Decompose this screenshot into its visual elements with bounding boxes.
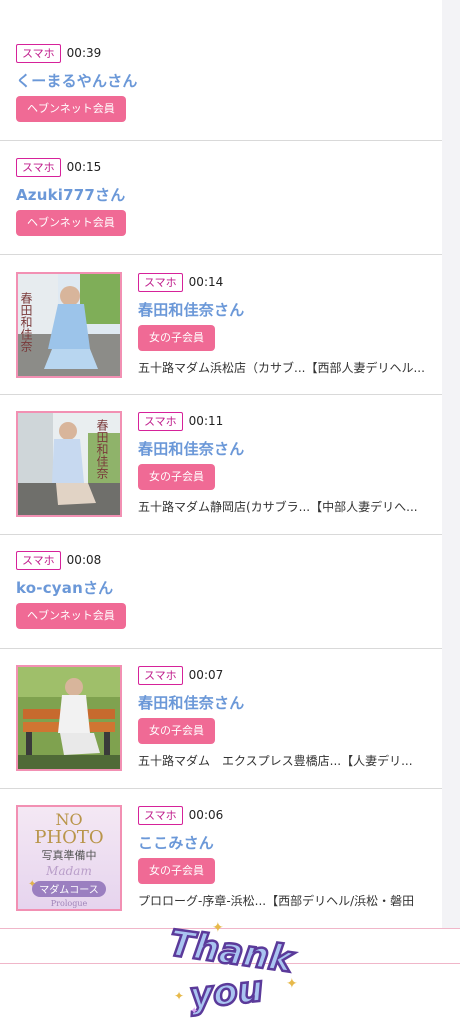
no-photo-text: PHOTO [34, 827, 103, 848]
user-name-link[interactable]: ここみさん [138, 832, 214, 853]
device-badge: スマホ [16, 157, 61, 177]
list-item[interactable]: スマホ 00:39 くーまるやんさん ヘブンネット会員 [0, 0, 442, 141]
shop-name-link[interactable]: 五十路マダム エクスプレス豊橋店...【人妻デリ... [138, 752, 438, 769]
girl-thumbnail[interactable] [16, 665, 122, 771]
thank-you-stamp: Thank you ✦ ✦ ✦ ✦ [160, 918, 320, 1018]
shop-name-link[interactable]: 五十路マダム静岡店(カサブラ...【中部人妻デリへ... [138, 498, 438, 515]
user-name-link[interactable]: Azuki777さん [16, 184, 125, 205]
access-time: 00:11 [188, 414, 224, 428]
device-badge: スマホ [138, 805, 183, 825]
sparkle-icon: ✦ [190, 1006, 198, 1017]
device-badge: スマホ [138, 272, 183, 292]
member-type-badge: 女の子会員 [138, 718, 215, 744]
member-type-badge: 女の子会員 [138, 858, 215, 884]
user-name-link[interactable]: 春田和佳奈さん [138, 438, 244, 459]
sparkle-icon: ✦ [212, 920, 224, 936]
device-badge: スマホ [16, 550, 61, 570]
watermark-name: 春田和佳奈 [19, 292, 33, 352]
device-badge: スマホ [16, 43, 61, 63]
member-type-badge: 女の子会員 [138, 325, 215, 351]
shop-name-link[interactable]: プロローグ-序章-浜松...【西部デリヘル/浜松・磐田 [138, 892, 438, 909]
list-item[interactable]: 春田和佳奈 スマホ 00:11 春田和佳奈さん 女の子会員 五十路マダム静岡店(… [0, 395, 442, 535]
device-badge: スマホ [138, 411, 183, 431]
member-type-badge: 女の子会員 [138, 464, 215, 490]
list-item[interactable]: NO PHOTO 写真準備中 Madam マダムコース Prologue ✦ ス… [0, 789, 442, 928]
shop-name-link[interactable]: 五十路マダム浜松店（カサブ...【西部人妻デリヘル... [138, 359, 438, 376]
member-type-badge: ヘブンネット会員 [16, 96, 126, 122]
user-name-link[interactable]: 春田和佳奈さん [138, 692, 244, 713]
no-photo-script: Madam [45, 864, 92, 878]
list-item[interactable]: スマホ 00:08 ko-cyanさん ヘブンネット会員 [0, 535, 442, 649]
list-item[interactable]: スマホ 00:15 Azuki777さん ヘブンネット会員 [0, 141, 442, 255]
device-badge: スマホ [138, 665, 183, 685]
access-time: 00:07 [188, 668, 224, 682]
watermark-name: 春田和佳奈 [95, 419, 109, 479]
access-time: 00:08 [66, 553, 102, 567]
sparkle-icon: ✦ [286, 976, 298, 992]
list-item[interactable]: 春田和佳奈 スマホ 00:14 春田和佳奈さん 女の子会員 五十路マダム浜松店（… [0, 255, 442, 395]
girl-thumbnail[interactable]: 春田和佳奈 [16, 272, 122, 378]
access-time: 00:14 [188, 275, 224, 289]
scroll-gutter [442, 0, 460, 928]
list-item[interactable]: スマホ 00:07 春田和佳奈さん 女の子会員 五十路マダム エクスプレス豊橋店… [0, 649, 442, 789]
no-photo-thumbnail[interactable]: NO PHOTO 写真準備中 Madam マダムコース Prologue ✦ [16, 805, 122, 911]
sparkle-icon: ✦ [174, 989, 184, 1003]
girl-thumbnail[interactable]: 春田和佳奈 [16, 411, 122, 517]
user-name-link[interactable]: くーまるやんさん [16, 70, 138, 91]
brand-label: Prologue [51, 899, 88, 908]
course-label: マダムコース [39, 883, 99, 896]
member-type-badge: ヘブンネット会員 [16, 603, 126, 629]
user-name-link[interactable]: 春田和佳奈さん [138, 299, 244, 320]
access-time: 00:06 [188, 808, 224, 822]
butterfly-icon: ✦ [28, 879, 36, 890]
member-type-badge: ヘブンネット会員 [16, 210, 126, 236]
access-time: 00:39 [66, 46, 102, 60]
access-time: 00:15 [66, 160, 102, 174]
stamp-line-2: you [188, 969, 266, 1017]
user-name-link[interactable]: ko-cyanさん [16, 577, 113, 598]
no-photo-caption: 写真準備中 [42, 848, 97, 862]
